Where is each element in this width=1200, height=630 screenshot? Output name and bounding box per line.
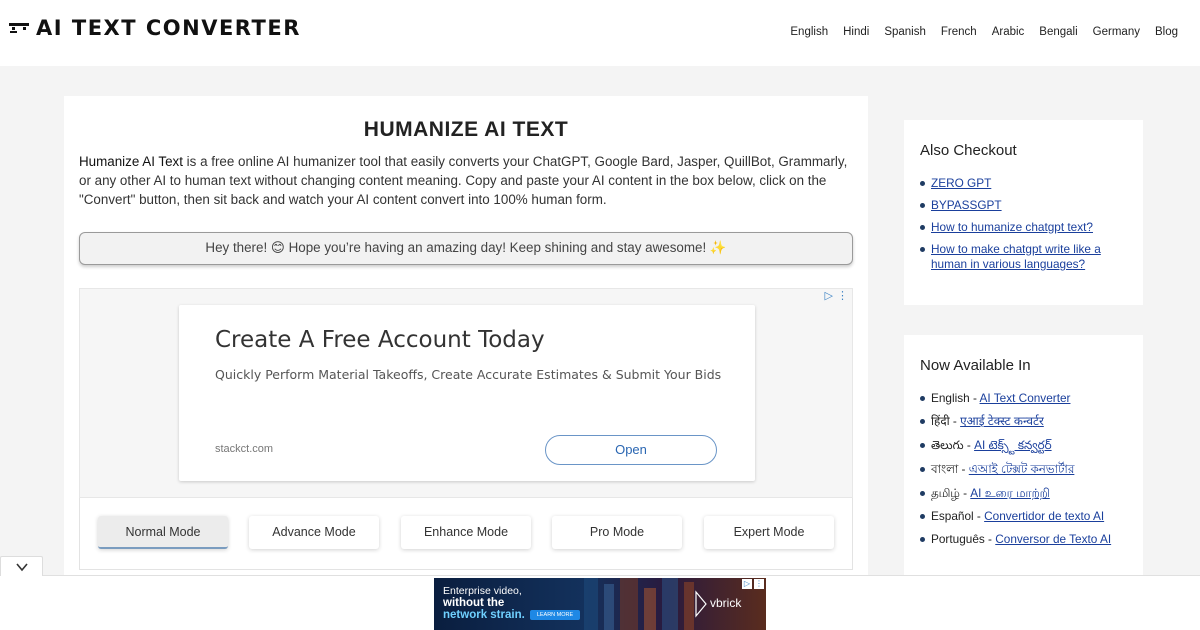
also-checkout-title: Also Checkout (920, 142, 1017, 159)
main-panel: HUMANIZE AI TEXT Humanize AI Text is a f… (64, 96, 868, 576)
vertical-dots-icon[interactable]: ⋮ (754, 579, 764, 589)
language-link[interactable]: এআই টেক্সট কনভার্টার (969, 462, 1075, 476)
video-banner-ad[interactable]: Enterprise video, without the network st… (434, 578, 766, 630)
ad-open-button[interactable]: Open (545, 435, 717, 465)
ad-line-3: network strain. (443, 609, 525, 621)
adchoices-icon[interactable]: ▷ (825, 289, 833, 302)
language-name: తెలుగు (931, 438, 964, 452)
language-link[interactable]: Convertidor de texto AI (984, 509, 1104, 523)
link-chatgpt-write-like-human[interactable]: How to make chatgpt write like a human i… (931, 242, 1101, 271)
pro-mode-button[interactable]: Pro Mode (552, 516, 682, 549)
link-bypassgpt[interactable]: BYPASSGPT (931, 198, 1002, 212)
site-logo[interactable]: AI TEXT CONVERTER (8, 16, 301, 40)
ad-copy: Enterprise video, without the network st… (443, 585, 525, 621)
ad-headline: Create A Free Account Today (215, 327, 545, 353)
nav-link-english[interactable]: English (790, 26, 828, 38)
list-item: বাংলা - এআই টেক্সট কনভার্টার (920, 462, 1135, 477)
ad-subline: Quickly Perform Material Takeoffs, Creat… (215, 367, 722, 382)
intro-paragraph: Humanize AI Text is a free online AI hum… (79, 152, 854, 209)
now-available-panel: Now Available In English - AI Text Conve… (904, 335, 1143, 575)
language-link[interactable]: एआई टेक्स्ट कन्वर्टर (960, 414, 1044, 428)
robot-face-icon (8, 17, 30, 39)
chevron-down-icon (15, 563, 28, 572)
list-item: ZERO GPT (920, 176, 1120, 191)
nav-link-spanish[interactable]: Spanish (884, 26, 926, 38)
also-checkout-list: ZERO GPT BYPASSGPT How to humanize chatg… (920, 176, 1120, 272)
learn-more-button[interactable]: LEARN MORE (530, 610, 580, 620)
link-zero-gpt[interactable]: ZERO GPT (931, 176, 991, 190)
link-humanize-chatgpt[interactable]: How to humanize chatgpt text? (931, 220, 1093, 234)
vertical-dots-icon[interactable]: ⋮ (837, 289, 848, 302)
now-available-title: Now Available In (920, 357, 1031, 374)
also-checkout-panel: Also Checkout ZERO GPT BYPASSGPT How to … (904, 120, 1143, 305)
nav-link-bengali[interactable]: Bengali (1039, 26, 1077, 38)
list-item: How to humanize chatgpt text? (920, 220, 1120, 235)
ad-card[interactable]: Create A Free Account Today Quickly Perf… (179, 305, 755, 481)
enhance-mode-button[interactable]: Enhance Mode (401, 516, 531, 549)
expert-mode-button[interactable]: Expert Mode (704, 516, 834, 549)
nav-link-hindi[interactable]: Hindi (843, 26, 869, 38)
nav-link-french[interactable]: French (941, 26, 977, 38)
ad-line-2: without the (443, 597, 505, 609)
language-name: Português (931, 532, 985, 546)
list-item: BYPASSGPT (920, 198, 1120, 213)
advance-mode-button[interactable]: Advance Mode (249, 516, 379, 549)
nav-link-blog[interactable]: Blog (1155, 26, 1178, 38)
vbrick-logo: vbrick (710, 596, 742, 610)
list-item: தமிழ் - AI உரை மாற்றி (920, 486, 1135, 501)
language-name: Español (931, 509, 974, 523)
collapse-ad-button[interactable] (0, 556, 43, 576)
list-item: తెలుగు - AI టెక్స్ట్ కన్వర్టర్ (920, 438, 1135, 453)
list-item: How to make chatgpt write like a human i… (920, 242, 1120, 272)
list-item: Español - Convertidor de texto AI (920, 509, 1135, 524)
ad-line-1: Enterprise video, (443, 585, 522, 597)
language-link[interactable]: AI టెక్స్ట్ కన్వర్టర్ (974, 438, 1052, 452)
normal-mode-button[interactable]: Normal Mode (98, 516, 228, 549)
language-name: English (931, 391, 970, 405)
vbrick-logo-icon (695, 590, 707, 618)
ad-controls: ▷ ⋮ (825, 289, 848, 302)
language-name: हिंदी (931, 414, 950, 428)
nav-link-arabic[interactable]: Arabic (992, 26, 1025, 38)
language-link[interactable]: AI உரை மாற்றி (970, 486, 1050, 500)
logo-text: AI TEXT CONVERTER (36, 16, 301, 40)
ad-domain: stackct.com (215, 443, 274, 455)
intro-text: is a free online AI humanizer tool that … (79, 154, 848, 207)
intro-highlight: Humanize AI Text (79, 154, 183, 169)
ad-controls: ▷ ⋮ (742, 579, 764, 589)
language-name: বাংলা (931, 462, 959, 476)
page-title: HUMANIZE AI TEXT (363, 118, 569, 141)
language-name: தமிழ் (931, 486, 960, 500)
language-list: English - AI Text Converter हिंदी - एआई … (920, 391, 1135, 547)
list-item: English - AI Text Converter (920, 391, 1135, 406)
greeting-banner: Hey there! 😊 Hope you’re having an amazi… (79, 232, 853, 265)
nav-link-germany[interactable]: Germany (1093, 26, 1140, 38)
list-item: हिंदी - एआई टेक्स्ट कन्वर्टर (920, 414, 1135, 429)
adchoices-icon[interactable]: ▷ (742, 579, 752, 589)
language-link[interactable]: AI Text Converter (980, 391, 1071, 405)
mode-selector: Normal Mode Advance Mode Enhance Mode Pr… (79, 498, 853, 570)
site-header: AI TEXT CONVERTER English Hindi Spanish … (0, 0, 1200, 66)
top-nav: English Hindi Spanish French Arabic Beng… (790, 26, 1178, 38)
language-link[interactable]: Conversor de Texto AI (995, 532, 1111, 546)
list-item: Português - Conversor de Texto AI (920, 532, 1135, 547)
display-ad: ▷ ⋮ Create A Free Account Today Quickly … (79, 288, 853, 498)
